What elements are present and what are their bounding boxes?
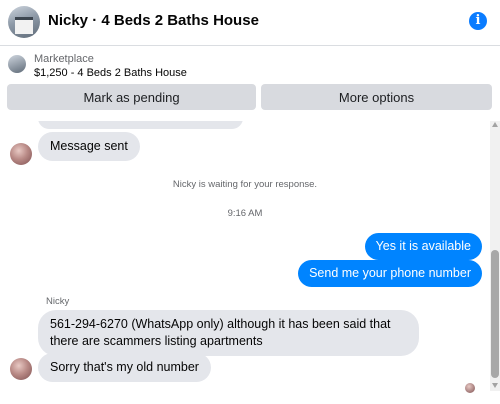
listing-thumbnail[interactable] [8, 55, 26, 73]
info-icon[interactable]: i [469, 12, 487, 30]
mark-as-pending-button[interactable]: Mark as pending [7, 84, 256, 110]
outgoing-message: Yes it is available [364, 233, 482, 260]
marketplace-label: Marketplace [34, 53, 94, 65]
listing-title[interactable]: $1,250 - 4 Beds 2 Baths House [34, 67, 187, 79]
incoming-message: 561-294-6270 (WhatsApp only) although it… [38, 310, 419, 356]
avatar[interactable] [10, 358, 32, 380]
outgoing-message: Send me your phone number [298, 260, 482, 287]
message-bubble: Message sent [38, 132, 140, 161]
more-options-button[interactable]: More options [261, 84, 492, 110]
timestamp: 9:16 AM [227, 208, 263, 219]
avatar[interactable] [10, 143, 32, 165]
message-bubble-partial [38, 121, 243, 129]
incoming-message: Sorry that's my old number [38, 353, 211, 382]
conversation-title: Nicky · 4 Beds 2 Baths House [48, 12, 259, 29]
conversation-header: Nicky · 4 Beds 2 Baths House i [0, 0, 500, 46]
seen-indicator [465, 383, 475, 393]
sender-name: Nicky [46, 296, 70, 307]
marketplace-panel: Marketplace $1,250 - 4 Beds 2 Baths Hous… [0, 47, 500, 121]
listing-avatar[interactable] [8, 6, 40, 38]
scroll-down-icon[interactable] [492, 383, 498, 388]
scroll-up-icon[interactable] [492, 122, 498, 127]
message-thread[interactable]: Message sent Nicky is waiting for your r… [0, 121, 500, 404]
scrollbar-thumb[interactable] [491, 250, 499, 378]
waiting-notice: Nicky is waiting for your response. [172, 179, 318, 190]
